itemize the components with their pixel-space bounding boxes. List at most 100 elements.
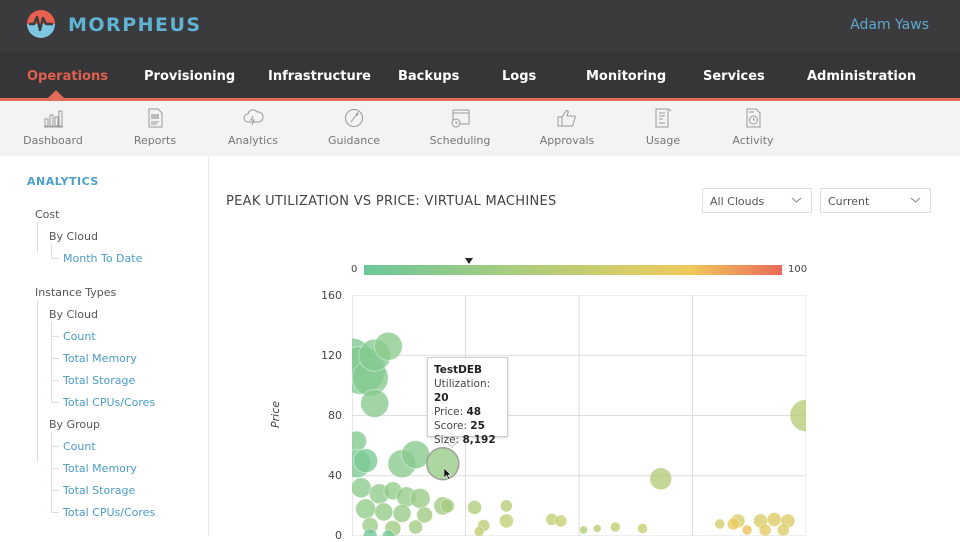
sidebar-item-cost-by-cloud[interactable]: By Cloud <box>49 230 98 243</box>
bubble-point[interactable] <box>789 399 806 432</box>
bubble-tooltip: TestDEB Utilization: 20 Price: 48 Score:… <box>427 357 508 446</box>
bubble-point[interactable] <box>401 440 430 470</box>
analytics-sidebar: ANALYTICS Cost By Cloud Month To Date In… <box>0 156 209 536</box>
bubble-point[interactable] <box>637 523 648 534</box>
sidebar-item-instance-by-cloud[interactable]: By Cloud <box>49 308 98 321</box>
sidebar-link-month-to-date[interactable]: Month To Date <box>63 252 142 265</box>
subnav-label: Dashboard <box>23 134 83 147</box>
user-menu[interactable]: Adam Yaws <box>850 17 929 33</box>
subnav-label: Usage <box>645 134 681 147</box>
bubble-point[interactable] <box>352 430 367 452</box>
bubble-point[interactable] <box>554 514 568 528</box>
sidebar-item-instance-types[interactable]: Instance Types <box>35 286 116 299</box>
chevron-down-icon <box>910 197 921 203</box>
tree-line <box>51 380 59 381</box>
sidebar-item-instance-by-group[interactable]: By Group <box>49 418 100 431</box>
tree-line <box>51 336 59 337</box>
sidebar-link-group-total-cpus[interactable]: Total CPUs/Cores <box>63 506 155 519</box>
y-tick-label: 80 <box>328 409 342 422</box>
bubble-point[interactable] <box>766 512 782 527</box>
tooltip-price: Price: 48 <box>434 405 501 419</box>
subnav-dashboard[interactable]: Dashboard <box>8 107 98 147</box>
color-scale-bar <box>364 265 782 275</box>
bubble-point[interactable] <box>758 523 772 536</box>
bubble-highlighted[interactable] <box>426 446 460 481</box>
subnav-usage[interactable]: Usage <box>618 107 708 147</box>
scatter-plot <box>352 295 806 536</box>
bubble-point[interactable] <box>355 498 377 520</box>
nav-administration[interactable]: Administration <box>807 69 916 84</box>
tree-line <box>51 512 59 513</box>
period-filter-select[interactable]: Current <box>820 188 931 213</box>
tooltip-size: Size: 8,192 <box>434 433 501 447</box>
nav-logs[interactable]: Logs <box>502 69 536 84</box>
tooltip-title: TestDEB <box>434 364 483 376</box>
bubble-point[interactable] <box>392 504 412 523</box>
bubble-point[interactable] <box>374 502 394 522</box>
chart-title: PEAK UTILIZATION VS PRICE: VIRTUAL MACHI… <box>226 194 557 209</box>
bubble-point[interactable] <box>499 499 513 513</box>
bubble-point[interactable] <box>360 389 390 418</box>
bubble-point[interactable] <box>609 521 621 533</box>
bubble-point[interactable] <box>439 498 455 514</box>
sidebar-link-cloud-total-cpus[interactable]: Total CPUs/Cores <box>63 396 155 409</box>
subnav-label: Approvals <box>539 134 595 147</box>
tooltip-label: Score: <box>434 420 467 432</box>
bubble-point[interactable] <box>592 524 602 533</box>
bubble-point[interactable] <box>498 513 514 529</box>
subnav-activity[interactable]: Activity <box>708 107 798 147</box>
tree-line <box>51 258 59 259</box>
nav-backups[interactable]: Backups <box>398 69 459 84</box>
tooltip-value: 48 <box>466 406 482 418</box>
tree-line <box>37 300 38 462</box>
scale-marker <box>464 258 473 264</box>
bubble-point[interactable] <box>373 331 403 361</box>
sidebar-link-group-count[interactable]: Count <box>63 440 96 453</box>
sidebar-link-cloud-count[interactable]: Count <box>63 330 96 343</box>
subnav-approvals[interactable]: Approvals <box>522 107 612 147</box>
bubble-point[interactable] <box>473 526 485 536</box>
tooltip-value: 20 <box>434 392 449 404</box>
subnav-analytics[interactable]: Analytics <box>208 107 298 147</box>
sidebar-link-cloud-total-storage[interactable]: Total Storage <box>63 374 135 387</box>
subnav-label: Activity <box>732 134 774 147</box>
sidebar-link-group-total-storage[interactable]: Total Storage <box>63 484 135 497</box>
tree-line <box>51 490 59 491</box>
thumbs-up-icon <box>557 110 576 127</box>
nav-monitoring[interactable]: Monitoring <box>586 69 666 84</box>
bubble-point[interactable] <box>649 467 673 491</box>
y-tick-label: 160 <box>321 289 342 302</box>
sidebar-link-group-total-memory[interactable]: Total Memory <box>63 462 137 475</box>
tree-line <box>51 446 59 447</box>
bubble-point[interactable] <box>741 524 753 536</box>
nav-infrastructure[interactable]: Infrastructure <box>268 69 371 84</box>
subnav-label: Guidance <box>327 134 381 147</box>
subnav-label: Analytics <box>228 134 278 147</box>
bubble-point[interactable] <box>408 519 423 535</box>
sidebar-link-cloud-total-memory[interactable]: Total Memory <box>63 352 137 365</box>
bubble-point[interactable] <box>409 487 431 509</box>
receipt-icon <box>655 108 672 128</box>
subnav-reports[interactable]: Reports <box>110 107 200 147</box>
morpheus-logo-icon[interactable] <box>26 9 56 39</box>
sidebar-item-cost[interactable]: Cost <box>35 208 59 221</box>
brand-name: MORPHEUS <box>68 14 202 36</box>
bubble-point[interactable] <box>726 517 740 531</box>
nav-operations[interactable]: Operations <box>27 69 108 84</box>
bubble-point[interactable] <box>579 525 588 535</box>
nav-provisioning[interactable]: Provisioning <box>144 69 235 84</box>
tree-line <box>51 432 52 512</box>
bubble-point[interactable] <box>776 523 790 536</box>
cloud-analytics-icon <box>243 109 264 126</box>
report-document-icon <box>148 108 163 128</box>
subnav-scheduling[interactable]: Scheduling <box>415 107 505 147</box>
activity-document-icon <box>746 108 761 128</box>
bubble-point[interactable] <box>467 499 482 515</box>
nav-services[interactable]: Services <box>703 69 765 84</box>
subnav-guidance[interactable]: Guidance <box>309 107 399 147</box>
bubble-point[interactable] <box>352 477 372 499</box>
bubble-point[interactable] <box>714 518 726 530</box>
tree-line <box>51 358 59 359</box>
cloud-filter-select[interactable]: All Clouds <box>702 188 812 213</box>
bubble-point[interactable] <box>353 448 379 474</box>
